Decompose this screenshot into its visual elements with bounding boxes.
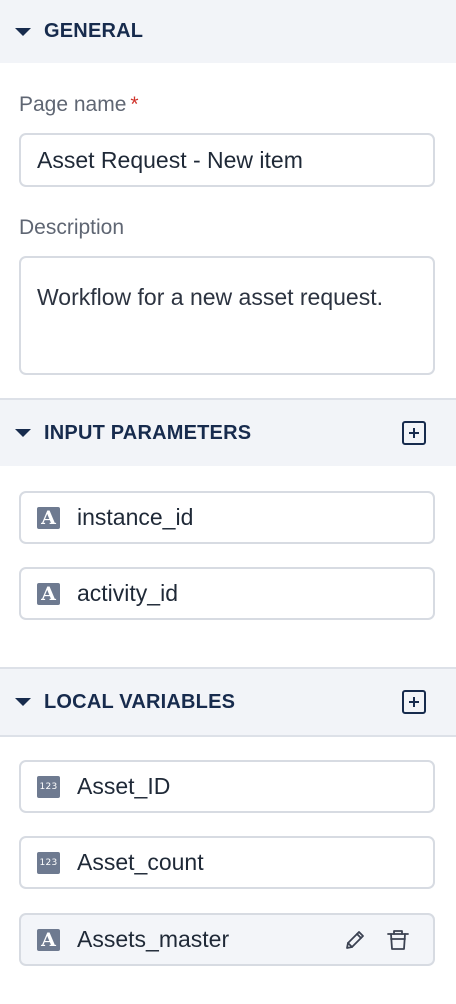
add-input-parameter-button[interactable] xyxy=(402,421,426,445)
variable-name: Asset_ID xyxy=(77,773,171,799)
edit-icon[interactable] xyxy=(342,927,368,953)
input-parameters-section-header[interactable]: INPUT PARAMETERS xyxy=(0,400,456,466)
page-name-label: Page name * xyxy=(19,93,139,116)
input-parameter-row[interactable]: A instance_id xyxy=(19,491,435,544)
general-section-header[interactable]: GENERAL xyxy=(0,0,456,63)
description-label: Description xyxy=(19,216,125,239)
variable-name: Assets_master xyxy=(77,926,230,952)
parameter-name: activity_id xyxy=(77,580,178,606)
section-title: INPUT PARAMETERS xyxy=(44,421,252,444)
string-type-icon: A xyxy=(37,928,60,951)
required-marker: * xyxy=(130,93,139,116)
local-variables-section-header[interactable]: LOCAL VARIABLES xyxy=(0,669,456,735)
local-variable-row[interactable]: 123 Asset_count xyxy=(19,836,435,889)
number-type-icon: 123 xyxy=(37,851,60,874)
page-name-value: Asset Request - New item xyxy=(37,146,303,173)
section-title: GENERAL xyxy=(44,20,144,42)
section-title: LOCAL VARIABLES xyxy=(44,690,236,713)
description-value: Workflow for a new asset request. xyxy=(37,284,383,310)
input-parameter-row[interactable]: A activity_id xyxy=(19,567,435,620)
string-type-icon: A xyxy=(37,582,60,605)
section-divider xyxy=(0,735,456,737)
caret-down-icon[interactable] xyxy=(15,27,31,36)
caret-down-icon[interactable] xyxy=(15,698,31,706)
caret-down-icon[interactable] xyxy=(15,429,31,437)
variable-name: Asset_count xyxy=(77,849,204,875)
parameter-name: instance_id xyxy=(77,504,194,530)
local-variable-row[interactable]: A Assets_master xyxy=(19,913,435,966)
string-type-icon: A xyxy=(37,506,60,529)
add-local-variable-button[interactable] xyxy=(402,690,426,714)
page-name-input[interactable]: Asset Request - New item xyxy=(19,133,435,187)
number-type-icon: 123 xyxy=(37,775,60,798)
local-variable-row[interactable]: 123 Asset_ID xyxy=(19,760,435,813)
description-textarea[interactable]: Workflow for a new asset request. xyxy=(19,256,435,375)
delete-icon[interactable] xyxy=(385,927,411,953)
